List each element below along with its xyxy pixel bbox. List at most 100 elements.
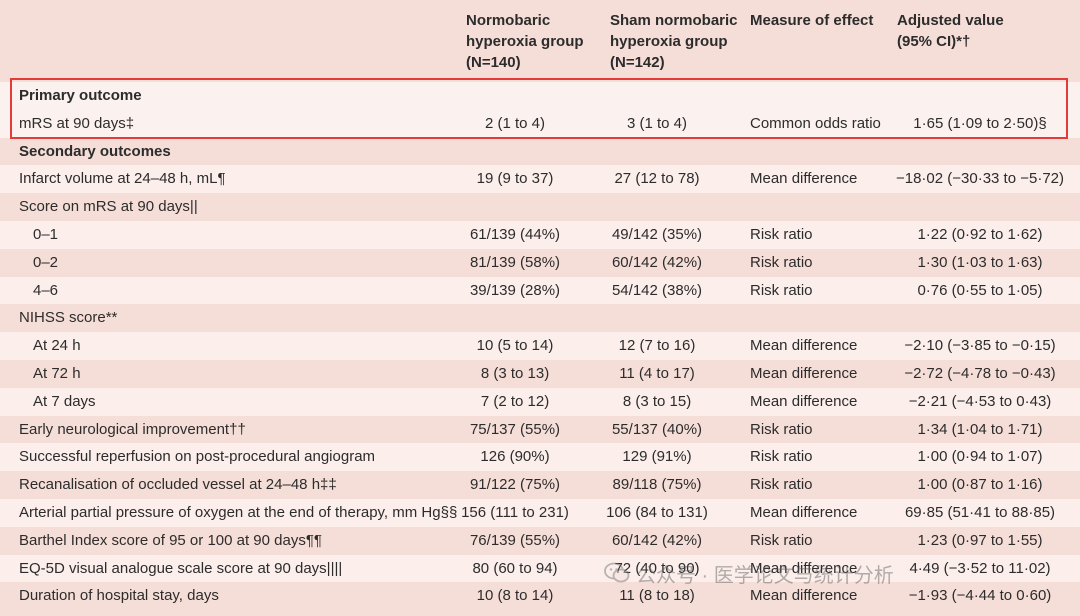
normobaric-value: 61/139 (44%) <box>469 226 561 243</box>
header-line: (N=140) <box>466 54 521 71</box>
normobaric-value: 7 (2 to 12) <box>480 392 550 410</box>
table-row: 0–1 61/139 (44%) 49/142 (35%) Risk ratio 1·2… <box>0 221 1080 249</box>
measure-value: Risk ratio <box>750 476 813 494</box>
measure-value: Mean difference <box>750 504 858 521</box>
sham-value: 8 (3 to 15) <box>622 392 692 410</box>
measure-value: Risk ratio <box>750 253 813 271</box>
normobaric-value: 19 (9 to 37) <box>476 170 554 188</box>
header-measure: Measure of effect <box>750 10 873 31</box>
adjusted-value: −2·21 (−4·53 to 0·43) <box>908 392 1052 410</box>
normobaric-value: 39/139 (28%) <box>469 281 561 299</box>
measure-value: Risk ratio <box>750 226 813 243</box>
table-row: At 7 days 7 (2 to 12) 8 (3 to 15) Mean diff… <box>0 387 1080 416</box>
adjusted-value: 4·49 (−3·52 to 11·02) <box>909 559 1051 577</box>
adjusted-value: −1·93 (−4·44 to 0·60) <box>908 587 1052 605</box>
row-label: Barthel Index score of 95 or 100 at 90 d… <box>19 531 322 549</box>
header-sham: Sham normobaric hyperoxia group (N=142) <box>610 10 738 73</box>
sham-value: 49/142 (35%) <box>611 226 703 243</box>
adjusted-value: 0·76 (0·55 to 1·05) <box>917 281 1043 299</box>
header-line: (N=142) <box>610 54 665 71</box>
normobaric-value: 81/139 (58%) <box>469 253 561 271</box>
header-line: hyperoxia group <box>466 33 584 50</box>
row-label: EQ-5D visual analogue scale score at 90 … <box>19 559 343 577</box>
table-row: Arterial partial pressure of oxygen at t… <box>0 499 1080 527</box>
row-label: At 72 h <box>33 365 81 382</box>
highlight-box <box>10 78 1068 139</box>
normobaric-value: 8 (3 to 13) <box>480 365 550 382</box>
row-label: Duration of hospital stay, days <box>19 587 219 605</box>
adjusted-value: 1·22 (0·92 to 1·62) <box>917 226 1043 243</box>
adjusted-value: −2·10 (−3·85 to −0·15) <box>904 337 1056 355</box>
table-row: Recanalisation of occluded vessel at 24–… <box>0 471 1080 499</box>
measure-value: Risk ratio <box>750 448 813 466</box>
header-normobaric: Normobaric hyperoxia group (N=140) <box>466 10 584 73</box>
header-line: hyperoxia group <box>610 33 728 50</box>
measure-value: Mean difference <box>750 337 858 355</box>
table-row: At 72 h 8 (3 to 13) 11 (4 to 17) Mean diffe… <box>0 360 1080 388</box>
adjusted-value: −18·02 (−30·33 to −5·72) <box>895 170 1065 188</box>
normobaric-value: 10 (8 to 14) <box>476 587 554 605</box>
header-line: Adjusted value <box>897 12 1004 29</box>
table-row: 0–2 81/139 (58%) 60/142 (42%) Risk ratio 1·3… <box>0 249 1080 277</box>
normobaric-value: 91/122 (75%) <box>469 476 561 494</box>
section-header-row: Secondary outcomes <box>0 138 1080 166</box>
measure-value: Risk ratio <box>750 281 813 299</box>
sham-value: 12 (7 to 16) <box>618 337 696 355</box>
adjusted-value: −2·72 (−4·78 to −0·43) <box>904 365 1056 382</box>
sham-value: 106 (84 to 131) <box>606 504 708 521</box>
measure-value: Mean difference <box>750 392 858 410</box>
header-line: Normobaric <box>466 12 551 29</box>
row-label: Arterial partial pressure of oxygen at t… <box>19 504 458 521</box>
wechat-icon <box>604 562 630 583</box>
table-row: Barthel Index score of 95 or 100 at 90 d… <box>0 527 1080 555</box>
sham-value: 60/142 (42%) <box>611 531 703 549</box>
table-row: Score on mRS at 90 days|| <box>0 193 1080 221</box>
sham-value: 129 (91%) <box>622 448 692 466</box>
normobaric-value: 10 (5 to 14) <box>476 337 554 355</box>
table-row: Duration of hospital stay, days 10 (8 to … <box>0 582 1080 610</box>
row-label: 0–2 <box>33 253 59 271</box>
measure-value: Risk ratio <box>750 531 813 549</box>
row-label: Infarct volume at 24–48 h, mL¶ <box>19 170 226 188</box>
measure-value: Risk ratio <box>750 420 813 438</box>
row-label: 0–1 <box>33 226 59 243</box>
adjusted-value: 1·30 (1·03 to 1·63) <box>917 253 1043 271</box>
adjusted-value: 1·23 (0·97 to 1·55) <box>917 531 1043 549</box>
table-row: EQ-5D visual analogue scale score at 90 … <box>0 554 1080 583</box>
header-adjusted: Adjusted value (95% CI)*† <box>897 10 1004 52</box>
sham-value: 55/137 (40%) <box>611 420 703 438</box>
section-title: Secondary outcomes <box>19 142 171 160</box>
header-line: (95% CI)*† <box>897 33 971 50</box>
normobaric-value: 126 (90%) <box>480 448 550 466</box>
header-line: Measure of effect <box>750 12 874 29</box>
measure-value: Mean difference <box>750 365 858 382</box>
normobaric-value: 76/139 (55%) <box>469 531 561 549</box>
row-label: NIHSS score** <box>19 309 118 327</box>
sham-value: 89/118 (75%) <box>612 476 702 494</box>
normobaric-value: 80 (60 to 94) <box>472 559 558 577</box>
row-label: Score on mRS at 90 days|| <box>19 198 198 216</box>
measure-value: Mean difference <box>750 170 858 188</box>
table-row: NIHSS score** <box>0 304 1080 332</box>
table-row: At 24 h 10 (5 to 14) 12 (7 to 16) Mean diff… <box>0 332 1080 360</box>
normobaric-value: 75/137 (55%) <box>469 420 561 438</box>
table-row: Successful reperfusion on post-procedura… <box>0 443 1080 472</box>
watermark: 公众号 · 医学论文与统计分析 <box>604 557 894 589</box>
row-label: Early neurological improvement†† <box>19 420 246 438</box>
adjusted-value: 1·34 (1·04 to 1·71) <box>917 420 1043 438</box>
adjusted-value: 69·85 (51·41 to 88·85) <box>904 504 1056 521</box>
row-label: Successful reperfusion on post-procedura… <box>19 448 376 466</box>
table-row: Infarct volume at 24–48 h, mL¶ 19 (9 to 3… <box>0 165 1080 194</box>
adjusted-value: 1·00 (0·87 to 1·16) <box>917 476 1043 494</box>
sham-value: 54/142 (38%) <box>611 281 703 299</box>
normobaric-value: 156 (111 to 231) <box>461 504 569 521</box>
row-label: 4–6 <box>33 281 59 299</box>
sham-value: 11 (4 to 17) <box>619 365 695 382</box>
table-row: Early neurological improvement†† 75/137 (… <box>0 416 1080 444</box>
adjusted-value: 1·00 (0·94 to 1·07) <box>917 448 1043 466</box>
row-label: At 7 days <box>33 392 96 410</box>
table-row: 4–6 39/139 (28%) 54/142 (38%) Risk ratio 0·7… <box>0 276 1080 305</box>
row-label: Recanalisation of occluded vessel at 24–… <box>19 476 337 494</box>
watermark-text: 公众号 · 医学论文与统计分析 <box>636 564 894 587</box>
header-line: Sham normobaric <box>610 12 738 29</box>
